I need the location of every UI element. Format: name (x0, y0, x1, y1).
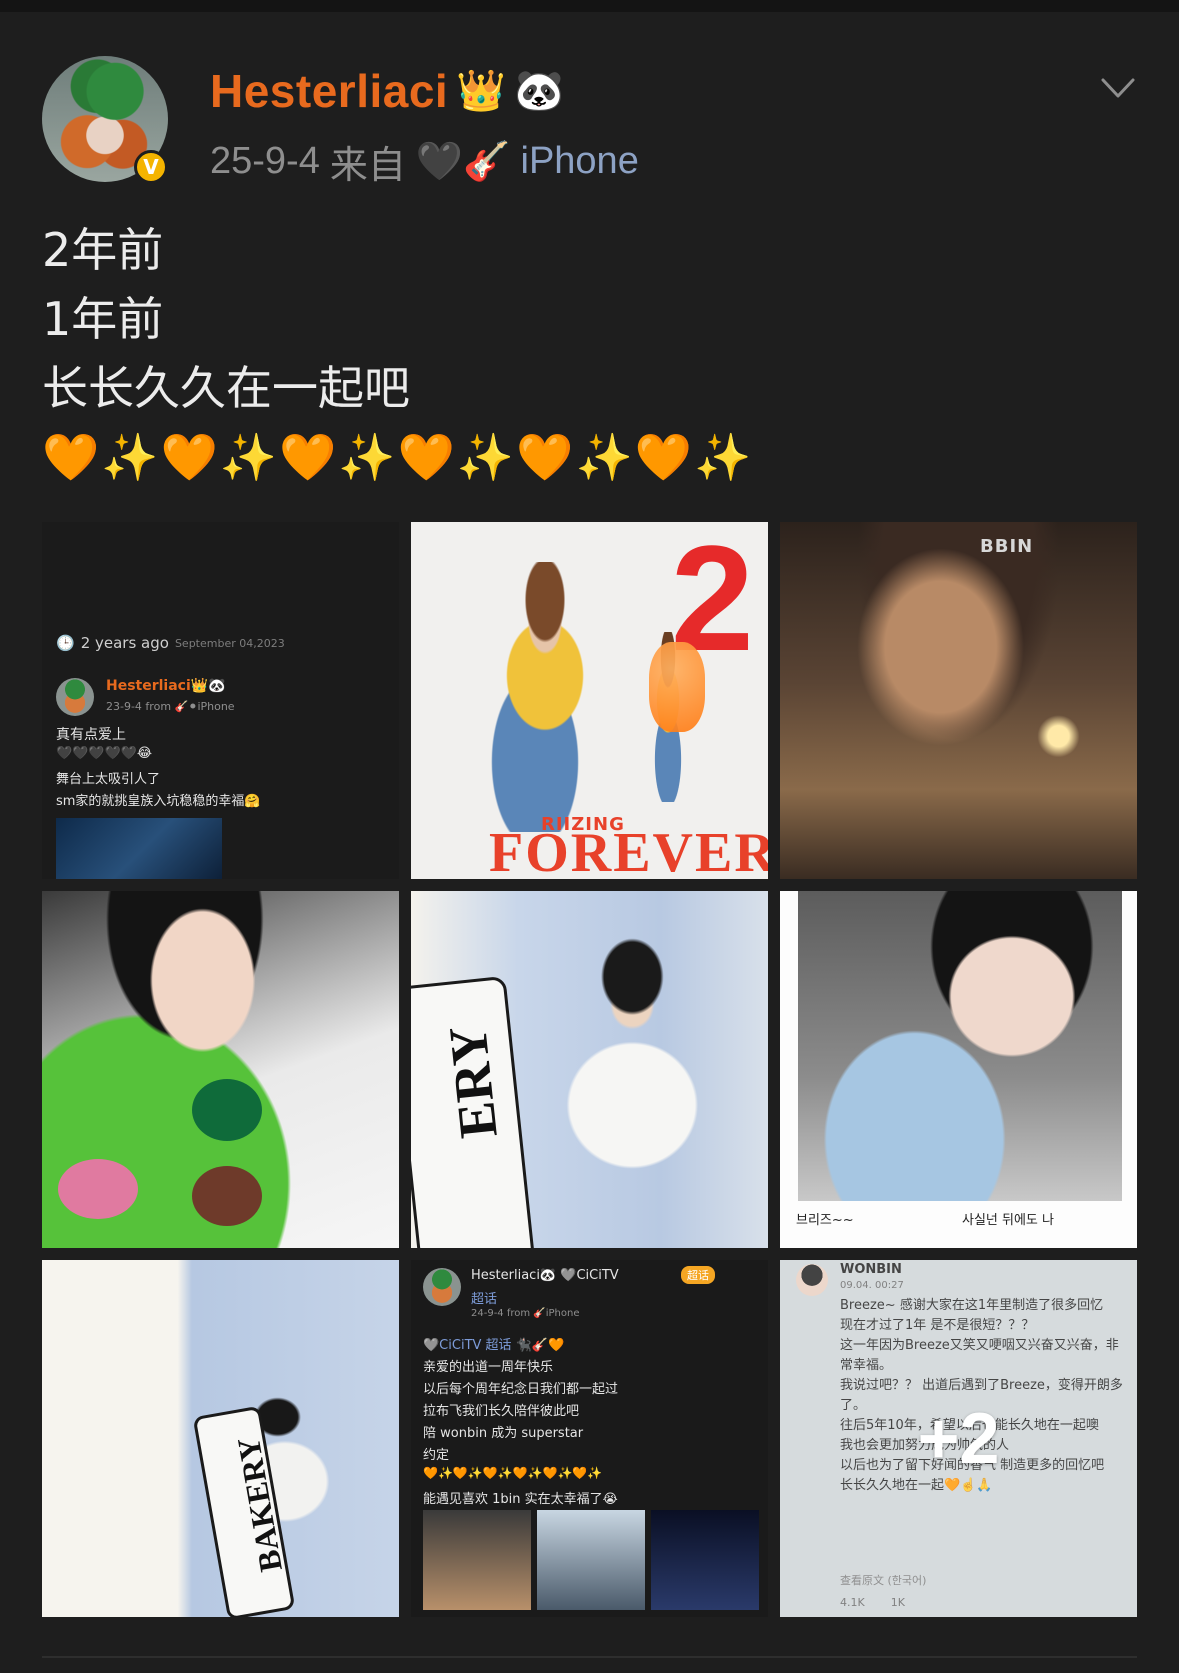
mini-meta: 24-9-4 from 🎸iPhone (471, 1308, 580, 1319)
mini-avatar (56, 678, 94, 716)
post-timestamp: 25-9-4 (210, 140, 320, 182)
post-emoji-line: 🧡✨🧡✨🧡✨🧡✨🧡✨🧡✨ (42, 430, 754, 484)
grid-image-wonbin-post[interactable]: WONBIN 09.04. 00:27 Breeze~ 感谢大家在这1年里制造了… (780, 1260, 1137, 1617)
post-meta: 25-9-4 来自 🖤🎸 iPhone (210, 134, 639, 189)
photo-caption-left: 브리즈~~ (796, 1213, 854, 1228)
mini-avatar (423, 1268, 461, 1306)
mini-line-6: 约定 (423, 1448, 450, 1463)
post-line-3: 长长久久在一起吧 (42, 361, 410, 415)
username-row: Hesterliaci 👑 🐼 (210, 64, 564, 118)
image-grid: 🕒 2 years ago September 04,2023 Hesterli… (42, 522, 1137, 1617)
mini-meta: 23-9-4 from 🎸⚫iPhone (106, 700, 235, 713)
cake-decoration (192, 1166, 262, 1226)
mini-topic: 超话 (471, 1292, 498, 1307)
mini-line-2: 🖤🖤🖤🖤🖤😂 (56, 746, 153, 761)
mini-thumbnails (423, 1510, 759, 1610)
username[interactable]: Hesterliaci (210, 64, 448, 118)
mini-thumbnail (651, 1510, 759, 1610)
top-edge-bar (0, 0, 1179, 12)
mini-line-3: 以后每个周年纪念日我们都一起过 (423, 1382, 619, 1397)
mini-line-1: 真有点爱上 (56, 727, 126, 743)
post-line-2: 1年前 (42, 292, 164, 346)
grid-image-bakery-standing[interactable]: ERY (411, 891, 768, 1248)
photo-caption-right: 사실넌 뒤에도 나 (962, 1213, 1054, 1228)
mini-line-1: 🩶CiCiTV 超话 🐈‍⬛🎸🧡 (423, 1338, 565, 1353)
poster-figure (435, 562, 635, 832)
mini-line-3: 舞台上太吸引人了 (56, 772, 161, 787)
mini-thumbnail (56, 818, 222, 879)
grid-image-old-post-screenshot[interactable]: 🕒 2 years ago September 04,2023 Hesterli… (42, 522, 399, 879)
supertopic-tag: 超话 (681, 1266, 715, 1284)
mini-username: Hesterliaci🐼 🩶CiCiTV (471, 1268, 619, 1283)
mini-line-4: sm家的就挑皇族入坑稳稳的幸福🤗 (56, 794, 261, 809)
more-images-overlay[interactable]: +2 (780, 1260, 1137, 1617)
bottom-divider (42, 1656, 1137, 1658)
verified-badge-icon: V (134, 150, 168, 184)
grid-image-anniversary-poster[interactable]: 2 RIIZING FOREVER (411, 522, 768, 879)
mini-username: Hesterliaci👑🐼 (106, 678, 226, 694)
panda-icon[interactable]: 🐼 (514, 71, 564, 111)
clock-date: September 04,2023 (174, 636, 285, 650)
mini-line-2: 亲爱的出道一周年快乐 (423, 1360, 554, 1375)
clock-row: 🕒 2 years ago September 04,2023 (56, 634, 285, 652)
grid-image-weibo-screenshot[interactable]: Hesterliaci🐼 🩶CiCiTV 超话 24-9-4 from 🎸iPh… (411, 1260, 768, 1617)
mini-thumbnail (423, 1510, 531, 1610)
mini-line-8: 能遇见喜欢 1bin 实在太幸福了😭 (423, 1492, 618, 1507)
cake-decoration (192, 1079, 262, 1141)
balloon-icon (649, 642, 705, 732)
poster-title: FOREVER (489, 822, 768, 879)
cap-text: BBIN (980, 536, 1034, 557)
mini-line-4: 拉布飞我们长久陪伴彼此吧 (423, 1404, 580, 1419)
mini-thumbnail (537, 1510, 645, 1610)
chevron-down-icon-svg (1101, 78, 1135, 98)
post-text: 2年前 1年前 长长久久在一起吧 🧡✨🧡✨🧡✨🧡✨🧡✨🧡✨ (42, 216, 753, 492)
clock-text: 2 years ago (80, 634, 169, 652)
chevron-down-icon[interactable] (1100, 70, 1136, 106)
mini-line-7: 🧡✨🧡✨🧡✨🧡✨🧡✨🧡✨ (423, 1466, 603, 1480)
crown-icon[interactable]: 👑 (456, 71, 506, 111)
photo-card-image (798, 891, 1122, 1201)
from-label: 来自 (329, 145, 406, 187)
cake-decoration (58, 1159, 138, 1219)
post-line-1: 2年前 (42, 223, 164, 277)
mini-line-5: 陪 wonbin 成为 superstar (423, 1426, 584, 1441)
weibo-post-page: V Hesterliaci 👑 🐼 25-9-4 来自 🖤🎸 iPhone 2年… (0, 0, 1179, 1673)
grid-image-photo-card[interactable]: 브리즈~~ 사실넌 뒤에도 나 (780, 891, 1137, 1248)
grid-image-cake-selfie[interactable] (42, 891, 399, 1248)
grid-image-candle-portrait[interactable]: BBIN (780, 522, 1137, 879)
bakery-sign-text: ERY (437, 1023, 509, 1141)
clock-icon: 🕒 (56, 634, 75, 652)
grid-image-bakery-crouch[interactable]: BAKERY (42, 1260, 399, 1617)
source-emojis: 🖤🎸 (415, 140, 511, 183)
device-name[interactable]: iPhone (521, 140, 639, 183)
